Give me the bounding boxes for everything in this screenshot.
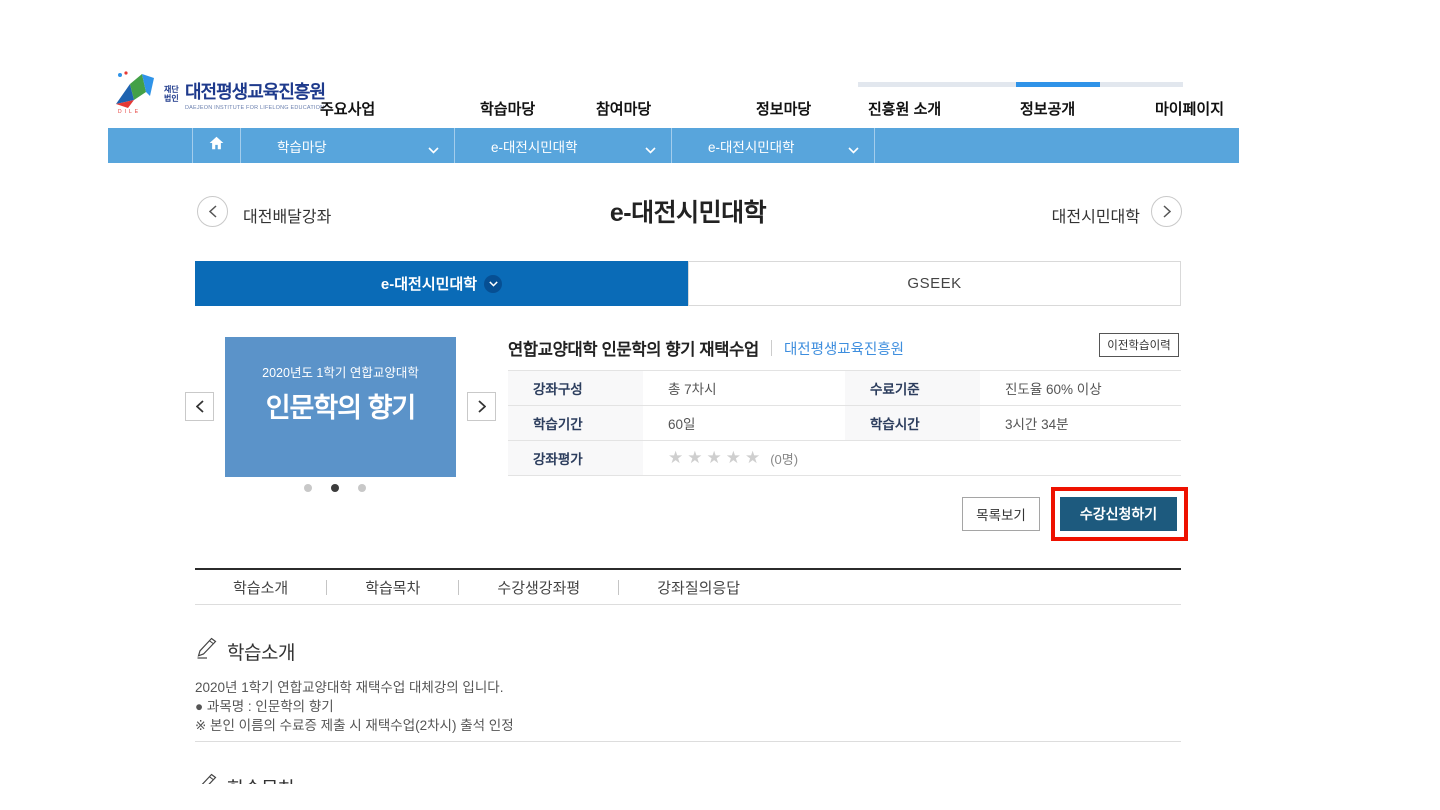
- home-icon: [209, 136, 224, 155]
- logo-text: 재단법인 대전평생교육진흥원 DAEJEON INSTITUTE FOR LIF…: [164, 78, 325, 111]
- banner-title: 인문학의 향기: [266, 386, 416, 425]
- intro-line: 2020년 1학기 연합교양대학 재택수업 대체강의 입니다.: [195, 678, 514, 697]
- course-title: 연합교양대학 인문학의 향기 재택수업: [508, 336, 759, 360]
- carousel-dot-2-active[interactable]: [331, 484, 339, 492]
- table-row: 강좌평가 ★★★★★ (0명): [508, 441, 1181, 476]
- info-label-time: 학습시간: [845, 406, 980, 440]
- course-info-table: 강좌구성 총 7차시 수료기준 진도율 60% 이상 학습기간 60일 학습시간…: [508, 370, 1181, 476]
- breadcrumb-dropdown-category[interactable]: e-대전시민대학: [455, 128, 672, 163]
- section-tabs: 학습소개 학습목차 수강생강좌평 강좌질의응답: [195, 568, 1181, 605]
- carousel-dots: [304, 484, 366, 492]
- banner-subtitle: 2020년도 1학기 연합교양대학: [262, 362, 419, 381]
- breadcrumb: 학습마당 e-대전시민대학 e-대전시민대학: [108, 128, 1239, 163]
- page: DILE 재단법인 대전평생교육진흥원 DAEJEON INSTITUTE FO…: [0, 0, 1440, 810]
- nav-item-disclosure[interactable]: 정보공개: [1020, 98, 1075, 119]
- pencil-icon: [195, 772, 219, 784]
- star-rating-icons: ★★★★★: [668, 448, 764, 468]
- next-section-heading-clipped: 학습목차: [195, 772, 495, 784]
- nav-item-information[interactable]: 정보마당: [756, 98, 811, 119]
- enroll-button[interactable]: 수강신청하기: [1060, 497, 1177, 531]
- intro-heading-label: 학습소개: [227, 638, 295, 665]
- section-divider: [195, 741, 1181, 742]
- list-view-button[interactable]: 목록보기: [962, 497, 1040, 531]
- nav-item-mypage[interactable]: 마이페이지: [1155, 98, 1224, 119]
- carousel-next-button[interactable]: [467, 392, 496, 421]
- info-label-composition: 강좌구성: [508, 371, 643, 405]
- chevron-down-icon: [645, 142, 656, 157]
- next-page-button[interactable]: [1151, 196, 1182, 227]
- logo-icon: DILE: [112, 70, 158, 119]
- course-provider-link[interactable]: 대전평생교육진흥원: [784, 338, 904, 359]
- tab-label: e-대전시민대학: [381, 273, 477, 294]
- breadcrumb-home[interactable]: [193, 128, 241, 163]
- next-page-label[interactable]: 대전시민대학: [1005, 203, 1140, 227]
- carousel-dot-3[interactable]: [358, 484, 366, 492]
- info-label-completion: 수료기준: [845, 371, 980, 405]
- rating-count: (0명): [770, 449, 798, 468]
- tab-gseek[interactable]: GSEEK: [688, 261, 1181, 306]
- breadcrumb-label: e-대전시민대학: [708, 136, 795, 156]
- previous-learning-history-button[interactable]: 이전학습이력: [1099, 333, 1179, 357]
- breadcrumb-label: e-대전시민대학: [491, 136, 578, 156]
- tab-contents[interactable]: 학습목차: [327, 577, 458, 598]
- carousel-prev-button[interactable]: [185, 392, 214, 421]
- intro-line: ● 과목명 : 인문학의 향기: [195, 697, 514, 716]
- info-value-completion: 진도율 60% 이상: [980, 371, 1181, 405]
- breadcrumb-dropdown-subcategory[interactable]: e-대전시민대학: [672, 128, 875, 163]
- nav-scroll-indicator: [858, 82, 1183, 87]
- info-label-rating: 강좌평가: [508, 441, 643, 475]
- logo-name-en: DAEJEON INSTITUTE FOR LIFELONG EDUCATION: [185, 105, 325, 111]
- info-label-period: 학습기간: [508, 406, 643, 440]
- tab-label: GSEEK: [907, 275, 961, 292]
- info-value-time: 3시간 34분: [980, 406, 1181, 440]
- nav-item-major-business[interactable]: 주요사업: [320, 98, 375, 119]
- table-row: 강좌구성 총 7차시 수료기준 진도율 60% 이상: [508, 371, 1181, 406]
- logo-name: 대전평생교육진흥원: [185, 78, 325, 104]
- intro-text: 2020년 1학기 연합교양대학 재택수업 대체강의 입니다. ● 과목명 : …: [195, 678, 514, 735]
- svg-text:DILE: DILE: [118, 109, 141, 114]
- table-row: 학습기간 60일 학습시간 3시간 34분: [508, 406, 1181, 441]
- info-value-period: 60일: [643, 406, 845, 440]
- breadcrumb-spacer: [108, 128, 193, 163]
- nav-item-about[interactable]: 진흥원 소개: [868, 98, 941, 119]
- breadcrumb-label: 학습마당: [277, 136, 327, 156]
- tab-qna[interactable]: 강좌질의응답: [619, 577, 778, 598]
- tab-reviews[interactable]: 수강생강좌평: [459, 577, 618, 598]
- divider: [771, 340, 772, 356]
- carousel-dot-1[interactable]: [304, 484, 312, 492]
- nav-item-learning[interactable]: 학습마당: [480, 98, 535, 119]
- breadcrumb-dropdown-learning[interactable]: 학습마당: [241, 128, 455, 163]
- course-banner-image: 2020년도 1학기 연합교양대학 인문학의 향기: [225, 337, 456, 477]
- tab-intro[interactable]: 학습소개: [195, 577, 326, 598]
- chevron-down-badge-icon: [484, 275, 502, 293]
- pencil-icon: [195, 636, 219, 665]
- chevron-down-icon: [848, 142, 859, 157]
- tab-e-daejeon-citizen-univ[interactable]: e-대전시민대학: [195, 261, 688, 306]
- info-value-composition: 총 7차시: [643, 371, 845, 405]
- intro-line: ※ 본인 이름의 수료증 제출 시 재택수업(2차시) 출석 인정: [195, 716, 514, 735]
- chevron-down-icon: [428, 142, 439, 157]
- nav-scroll-indicator-thumb: [1016, 82, 1100, 87]
- site-logo[interactable]: DILE 재단법인 대전평생교육진흥원 DAEJEON INSTITUTE FO…: [112, 70, 325, 119]
- logo-prefix: 재단법인: [164, 86, 182, 104]
- intro-section-heading: 학습소개: [195, 636, 295, 665]
- next-section-label: 학습목차: [227, 774, 295, 784]
- nav-item-participation[interactable]: 참여마당: [596, 98, 651, 119]
